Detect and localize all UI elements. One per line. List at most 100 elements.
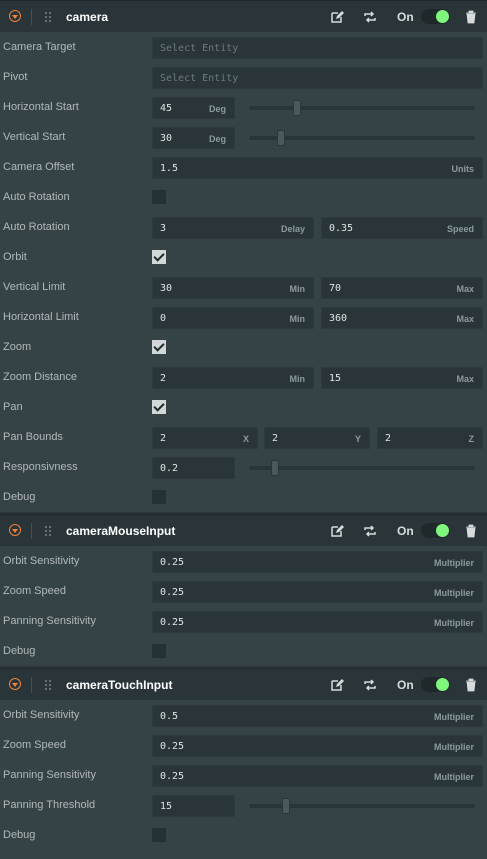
camera-target-picker[interactable]: Select Entity (152, 37, 483, 59)
field-responsivness: Responsivness 0.2 (0, 452, 487, 482)
toggle-knob (436, 10, 449, 23)
panning-sensitivity-input[interactable]: 0.25 Multiplier (152, 765, 483, 787)
field-value: 0.25 (160, 617, 185, 628)
responsivness-input[interactable]: 0.2 (152, 457, 235, 479)
reload-icon[interactable] (363, 524, 377, 538)
enabled-toggle[interactable] (421, 523, 450, 538)
field-value: 0.25 (160, 587, 185, 598)
reload-icon[interactable] (363, 10, 377, 24)
drag-handle-icon[interactable] (44, 11, 52, 23)
field-label: Debug (3, 645, 36, 657)
field-value: 70 (329, 283, 342, 294)
auto-rotation-delay-input[interactable]: 3 Delay (152, 217, 314, 239)
axis-label: X (242, 434, 249, 444)
zoom-speed-input[interactable]: 0.25 Multiplier (152, 581, 483, 603)
field-zoom-distance: Zoom Distance 2 Min 15 Max (0, 362, 487, 392)
delete-icon[interactable] (464, 10, 476, 24)
pan-bounds-y-input[interactable]: 2Y (264, 427, 370, 449)
panning-sensitivity-input[interactable]: 0.25 Multiplier (152, 611, 483, 633)
debug-checkbox[interactable] (152, 644, 166, 658)
auto-rotation-checkbox[interactable] (152, 190, 166, 204)
field-label: Auto Rotation (3, 191, 70, 203)
field-orbit-sensitivity: Orbit Sensitivity 0.5 Multiplier (0, 700, 487, 730)
debug-checkbox[interactable] (152, 828, 166, 842)
field-value: 0 (160, 313, 167, 324)
enabled-label: On (397, 524, 414, 538)
responsivness-slider-track[interactable] (249, 466, 475, 470)
pan-bounds-z-input[interactable]: 2Z (377, 427, 483, 449)
field-label: Orbit Sensitivity (3, 555, 80, 567)
toggle-knob (436, 524, 449, 537)
field-camera-offset: Camera Offset 1.5 Units (0, 152, 487, 182)
panning-threshold-slider-handle[interactable] (281, 798, 290, 814)
field-label: Camera Offset (3, 161, 75, 173)
field-value: 2 (160, 373, 167, 384)
vertical-start-slider-handle[interactable] (277, 130, 286, 146)
field-auto-rotation: Auto Rotation 3 Delay 0.35 Speed (0, 212, 487, 242)
auto-rotation-speed-input[interactable]: 0.35 Speed (321, 217, 483, 239)
script-header-camera: camera On (0, 0, 487, 32)
debug-checkbox[interactable] (152, 490, 166, 504)
enabled-toggle[interactable] (421, 677, 450, 692)
field-label: Zoom (3, 341, 32, 353)
unit-label: Max (456, 314, 474, 324)
unit-label: Speed (446, 224, 474, 234)
collapse-toggle-icon[interactable] (9, 524, 21, 536)
horizontal-start-input[interactable]: 45 Deg (152, 97, 235, 119)
collapse-toggle-icon[interactable] (9, 10, 21, 22)
edit-icon[interactable] (330, 10, 344, 24)
field-value: 2 (160, 433, 167, 444)
field-zoom-speed: Zoom Speed 0.25 Multiplier (0, 576, 487, 606)
field-panning-sensitivity: Panning Sensitivity 0.25 Multiplier (0, 760, 487, 790)
delete-icon[interactable] (464, 524, 476, 538)
vertical-start-input[interactable]: 30 Deg (152, 127, 235, 149)
field-panning-sensitivity: Panning Sensitivity 0.25 Multiplier (0, 606, 487, 636)
field-label: Zoom Distance (3, 371, 77, 383)
pan-bounds-x-input[interactable]: 2X (152, 427, 258, 449)
horizontal-limit-max-input[interactable]: 360 Max (321, 307, 483, 329)
zoom-speed-input[interactable]: 0.25 Multiplier (152, 735, 483, 757)
script-header-camera-touch-input: cameraTouchInput On (0, 668, 487, 700)
field-value: 3 (160, 223, 167, 234)
header-divider (31, 677, 32, 693)
drag-handle-icon[interactable] (44, 525, 52, 537)
zoom-checkbox[interactable] (152, 340, 166, 354)
camera-offset-input[interactable]: 1.5 Units (152, 157, 483, 179)
horizontal-start-slider-handle[interactable] (292, 100, 301, 116)
zoom-distance-min-input[interactable]: 2 Min (152, 367, 314, 389)
delete-icon[interactable] (464, 678, 476, 692)
drag-handle-icon[interactable] (44, 679, 52, 691)
field-debug: Debug (0, 482, 487, 512)
pan-checkbox[interactable] (152, 400, 166, 414)
edit-icon[interactable] (330, 524, 344, 538)
orbit-sensitivity-input[interactable]: 0.5 Multiplier (152, 705, 483, 727)
field-vertical-start: Vertical Start 30 Deg (0, 122, 487, 152)
responsivness-slider-handle[interactable] (270, 460, 279, 476)
unit-label: Max (456, 284, 474, 294)
field-value: 0.2 (160, 463, 179, 474)
script-title: cameraTouchInput (66, 678, 173, 692)
field-label: Vertical Start (3, 131, 66, 143)
field-vertical-limit: Vertical Limit 30 Min 70 Max (0, 272, 487, 302)
field-label: Orbit Sensitivity (3, 709, 80, 721)
entity-placeholder: Select Entity (160, 43, 239, 54)
enabled-toggle[interactable] (421, 9, 450, 24)
zoom-distance-max-input[interactable]: 15 Max (321, 367, 483, 389)
orbit-sensitivity-input[interactable]: 0.25 Multiplier (152, 551, 483, 573)
horizontal-limit-min-input[interactable]: 0 Min (152, 307, 314, 329)
field-value: 15 (160, 801, 173, 812)
field-label: Panning Threshold (3, 799, 96, 811)
collapse-toggle-icon[interactable] (9, 678, 21, 690)
field-value: 1.5 (160, 163, 179, 174)
reload-icon[interactable] (363, 678, 377, 692)
vertical-limit-min-input[interactable]: 30 Min (152, 277, 314, 299)
horizontal-start-slider-track[interactable] (249, 106, 475, 110)
pivot-picker[interactable]: Select Entity (152, 67, 483, 89)
panning-threshold-input[interactable]: 15 (152, 795, 235, 817)
field-label: Pivot (3, 71, 28, 83)
field-pivot: Pivot Select Entity (0, 62, 487, 92)
edit-icon[interactable] (330, 678, 344, 692)
orbit-checkbox[interactable] (152, 250, 166, 264)
header-divider (31, 9, 32, 25)
vertical-limit-max-input[interactable]: 70 Max (321, 277, 483, 299)
